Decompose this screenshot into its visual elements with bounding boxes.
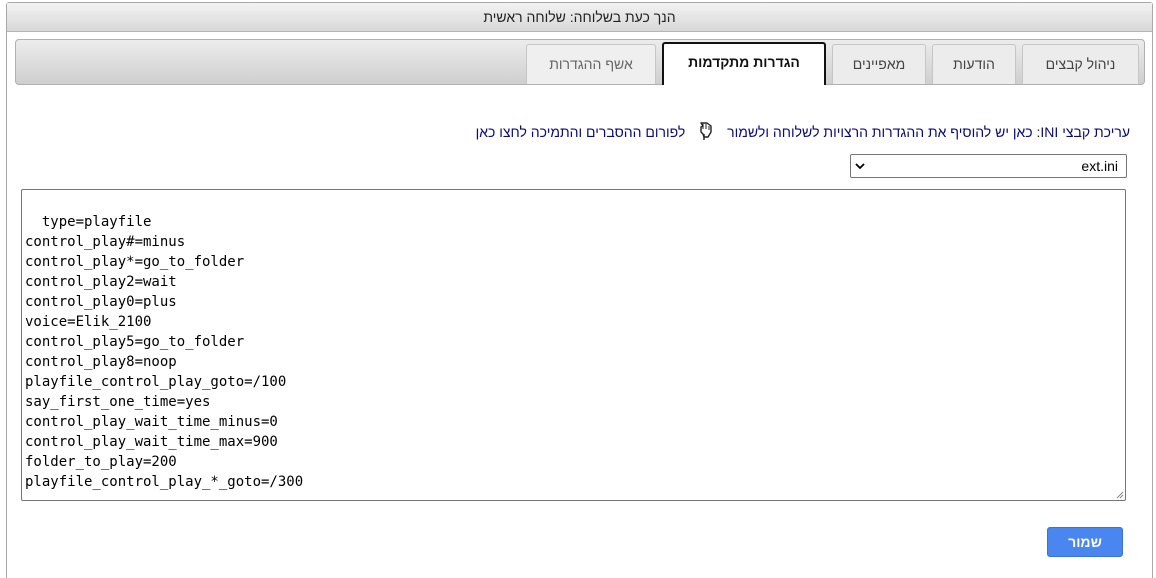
- pointing-hand-icon: [695, 120, 717, 142]
- chevron-down-icon: [855, 163, 865, 170]
- ini-editor-textarea[interactable]: type=playfile control_play#=minus contro…: [21, 189, 1126, 501]
- tab-file-management[interactable]: ניהול קבצים: [1022, 44, 1139, 84]
- resize-grip-icon[interactable]: [1114, 489, 1124, 499]
- tab-strip: ניהול קבצים הודעות מאפיינים הגדרות מתקדמ…: [15, 39, 1145, 85]
- ini-editor-content: type=playfile control_play#=minus contro…: [25, 214, 304, 490]
- ini-file-select[interactable]: ext.ini: [850, 154, 1127, 178]
- support-forum-link[interactable]: לפורום ההסברים והתמיכה לחצו כאן: [476, 124, 686, 140]
- tab-settings-wizard[interactable]: אשף ההגדרות: [526, 44, 656, 84]
- save-button[interactable]: שמור: [1047, 527, 1123, 557]
- info-text: עריכת קבצי INI: כאן יש להוסיף את ההגדרות…: [727, 124, 1130, 140]
- panel-title: הנך כעת בשלוחה: שלוחה ראשית: [7, 3, 1152, 32]
- info-line: עריכת קבצי INI: כאן יש להוסיף את ההגדרות…: [476, 120, 1130, 142]
- tab-properties[interactable]: מאפיינים: [832, 44, 926, 84]
- tab-messages[interactable]: הודעות: [932, 44, 1016, 84]
- ini-file-select-value: ext.ini: [1081, 158, 1118, 174]
- tab-advanced-settings[interactable]: הגדרות מתקדמות: [662, 42, 826, 85]
